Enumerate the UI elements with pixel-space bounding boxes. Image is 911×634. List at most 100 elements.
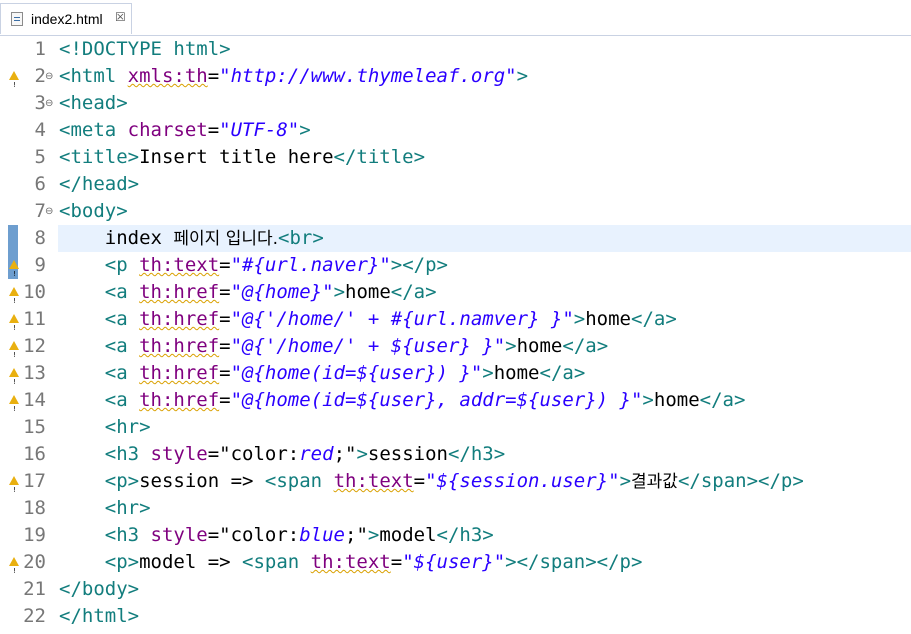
- code-text: <a th:href="@{home}">home</a>: [59, 279, 437, 306]
- line-number: 2: [34, 65, 46, 87]
- editor-tab[interactable]: index2.html ☒: [0, 3, 132, 34]
- code-line[interactable]: 2⊖<html xmls:th="http://www.thymeleaf.or…: [0, 63, 911, 99]
- warning-icon[interactable]: [9, 368, 19, 396]
- code-token: style: [150, 443, 208, 465]
- code-line[interactable]: 9 <p th:text="#{url.naver}"></p>: [0, 252, 911, 288]
- warning-icon[interactable]: [9, 287, 19, 315]
- code-token: </body>: [59, 578, 140, 600]
- code-line[interactable]: 4 <meta charset="UTF-8">: [0, 117, 911, 144]
- line-number: 19: [23, 524, 46, 546]
- code-line[interactable]: 21 </body>: [0, 576, 911, 603]
- code-token: style: [150, 524, 208, 546]
- code-line[interactable]: 3 ⊖ <head>: [0, 90, 911, 117]
- code-line[interactable]: 5 <title>Insert title here</title>: [0, 144, 911, 171]
- warning-icon[interactable]: [9, 341, 19, 369]
- warning-icon[interactable]: [9, 260, 19, 288]
- line-number: 1: [34, 38, 46, 60]
- warning-icon[interactable]: [9, 476, 19, 504]
- code-text: </html>: [59, 603, 139, 630]
- code-token: <head>: [59, 92, 128, 114]
- code-token: blue: [299, 524, 345, 546]
- code-token: ="color:: [207, 443, 300, 465]
- code-token: =: [390, 551, 403, 573]
- code-line[interactable]: 1 <!DOCTYPE html>: [0, 36, 911, 63]
- code-token: >: [642, 389, 654, 411]
- code-token: model: [379, 524, 437, 546]
- code-line[interactable]: 12 <a th:href="@{'/home/' + ${user} }">h…: [0, 333, 911, 369]
- code-token: >: [573, 308, 586, 330]
- code-token: <a: [59, 335, 140, 357]
- code-token: th:text: [310, 551, 391, 573]
- code-token: "@{home}": [230, 281, 334, 303]
- code-line[interactable]: 14 <a th:href="@{home(id=${user}, addr=$…: [0, 387, 911, 423]
- code-token: </a>: [699, 389, 746, 411]
- code-token: th:href: [139, 362, 220, 384]
- code-line[interactable]: 15 <hr>: [0, 414, 911, 441]
- warning-icon[interactable]: [9, 395, 19, 423]
- code-token: >: [356, 443, 368, 465]
- code-text: <!DOCTYPE html>: [59, 36, 231, 63]
- code-token: home: [493, 362, 540, 384]
- fold-toggle-icon[interactable]: ⊖: [45, 90, 53, 117]
- code-token: <p>: [59, 551, 140, 573]
- code-text: <a th:href="@{'/home/' + #{url.namver} }…: [59, 306, 677, 333]
- code-token: ></p>: [390, 254, 448, 276]
- line-number: 9: [34, 254, 46, 276]
- warning-icon[interactable]: [9, 314, 19, 342]
- code-editor[interactable]: 1<!DOCTYPE html>2⊖<html xmls:th="http://…: [0, 36, 911, 634]
- code-line[interactable]: 11 <a th:href="@{'/home/' + #{url.namver…: [0, 306, 911, 342]
- code-token: </title>: [333, 146, 426, 168]
- code-line[interactable]: 10 <a th:href="@{home}">home</a>: [0, 279, 911, 315]
- code-line[interactable]: 22 </html>: [0, 603, 911, 630]
- line-number: 12: [23, 335, 46, 357]
- code-token: 페이지 입니다.: [173, 229, 279, 249]
- code-line[interactable]: 17 <p>session => <span th:text="${sessio…: [0, 468, 911, 504]
- code-line[interactable]: 13 <a th:href="@{home(id=${user}) }">hom…: [0, 360, 911, 396]
- code-text: <body>: [59, 198, 128, 225]
- code-token: >: [367, 524, 380, 546]
- code-token: <a: [59, 362, 140, 384]
- line-number: 15: [23, 416, 46, 438]
- fold-toggle-icon[interactable]: ⊖: [45, 198, 53, 225]
- code-text: <h3 style="color:red;">session</h3>: [59, 441, 505, 468]
- line-number: 6: [34, 173, 46, 195]
- code-line[interactable]: 6 </head>: [0, 171, 911, 198]
- code-line[interactable]: 16 <h3 style="color:red;">session</h3>: [0, 441, 911, 468]
- code-line[interactable]: 19 <h3 style="color:blue;">model</h3>: [0, 522, 911, 549]
- code-text: index 페이지 입니다.<br>: [59, 225, 324, 253]
- warning-icon[interactable]: [9, 557, 19, 585]
- code-token: charset: [127, 119, 208, 141]
- code-text: <p th:text="#{url.naver}"></p>: [59, 252, 448, 279]
- code-token: home: [516, 335, 563, 357]
- tab-filename: index2.html: [31, 11, 103, 27]
- code-line[interactable]: 18 <hr>: [0, 495, 911, 522]
- code-token: ="color:: [207, 524, 300, 546]
- code-token: "@{'/home/' + #{url.namver} }": [230, 308, 574, 330]
- code-line[interactable]: 7 ⊖ <body>: [0, 198, 911, 225]
- html-file-icon: [11, 12, 23, 26]
- code-token: index: [59, 227, 174, 249]
- code-token: <html: [59, 65, 128, 87]
- code-token: </h3>: [436, 524, 494, 546]
- code-text: <a th:href="@{home(id=${user}, addr=${us…: [59, 387, 746, 414]
- code-line[interactable]: 20 <p>model => <span th:text="${user}"><…: [0, 549, 911, 585]
- close-icon[interactable]: ☒: [115, 10, 126, 24]
- code-token: =: [219, 362, 231, 384]
- fold-toggle-icon[interactable]: ⊖: [45, 63, 53, 90]
- code-token: =: [219, 335, 231, 357]
- code-token: <hr>: [59, 416, 151, 438]
- code-text: <title>Insert title here</title>: [59, 144, 425, 171]
- code-token: th:href: [139, 389, 220, 411]
- code-text: <meta charset="UTF-8">: [59, 117, 311, 144]
- code-token: "@{home(id=${user}) }": [230, 362, 483, 384]
- code-token: >: [516, 65, 529, 87]
- code-text: <hr>: [59, 495, 151, 522]
- code-token: </a>: [562, 335, 609, 357]
- warning-icon[interactable]: [9, 71, 19, 99]
- code-token: >: [482, 362, 494, 384]
- code-token: =: [219, 281, 231, 303]
- code-token: <br>: [278, 227, 324, 249]
- code-token: <meta: [59, 119, 128, 141]
- code-text: <h3 style="color:blue;">model</h3>: [59, 522, 494, 549]
- code-line[interactable]: 8 index 페이지 입니다.<br>: [0, 225, 911, 252]
